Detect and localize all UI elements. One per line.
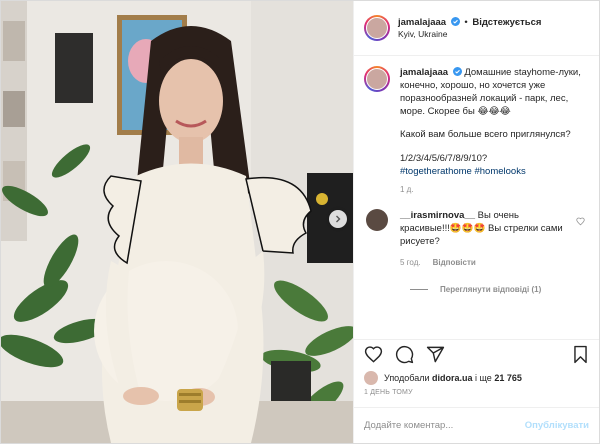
comments-section[interactable]: jamalajaaa Домашние stayhome-луки, конеч… — [354, 56, 599, 335]
post-timestamp[interactable]: 1 ДЕНЬ ТОМУ — [354, 387, 599, 407]
comment-composer: Опублікувати — [354, 407, 599, 443]
post-location[interactable]: Kyiv, Ukraine — [398, 29, 541, 40]
caption: jamalajaaa Домашние stayhome-луки, конеч… — [364, 66, 589, 195]
like-button[interactable] — [364, 345, 383, 364]
instagram-post: jamalajaaa • Відстежується Kyiv, Ukraine — [0, 0, 600, 444]
verified-icon — [450, 16, 460, 26]
caption-options: 1/2/3/4/5/6/7/8/9/10? — [400, 152, 488, 164]
heart-icon — [364, 346, 383, 363]
view-replies-label: Переглянути відповіді (1) — [440, 285, 542, 295]
likes-summary: Уподобали didora.ua і ще 21 765 — [354, 369, 599, 387]
reply-button[interactable]: Відповісти — [433, 257, 476, 268]
next-photo-button[interactable] — [329, 210, 347, 228]
caption-age[interactable]: 1 д. — [400, 184, 588, 195]
post-header: jamalajaaa • Відстежується Kyiv, Ukraine — [354, 1, 599, 56]
liker-avatar[interactable] — [364, 371, 378, 385]
separator-dot: • — [464, 16, 468, 28]
view-replies-button[interactable]: Переглянути відповіді (1) — [410, 285, 589, 294]
post-side-panel: jamalajaaa • Відстежується Kyiv, Ukraine — [353, 1, 599, 443]
share-icon — [426, 346, 445, 363]
likes-count[interactable]: 21 765 — [494, 373, 522, 383]
commenter-username[interactable]: __irasmirnova__ — [400, 210, 475, 221]
likes-prefix: Уподобали — [384, 373, 432, 383]
comment-input[interactable] — [364, 420, 525, 431]
comment-age[interactable]: 5 год. — [400, 257, 421, 268]
comment: __irasmirnova__ Вы очень красивые!!!🤩🤩🤩 … — [364, 208, 589, 268]
replies-divider — [410, 289, 428, 291]
comment-button[interactable] — [395, 345, 414, 364]
heart-icon[interactable] — [576, 217, 585, 226]
comment-icon — [395, 345, 414, 364]
caption-avatar[interactable] — [364, 66, 390, 92]
author-avatar[interactable] — [364, 15, 390, 41]
hashtag-link[interactable]: #togetherathome — [400, 166, 472, 177]
follow-status-button[interactable]: Відстежується — [472, 17, 541, 28]
chevron-right-icon — [336, 215, 341, 223]
author-username[interactable]: jamalajaaa — [398, 17, 446, 28]
publish-button[interactable]: Опублікувати — [525, 420, 589, 431]
action-bar — [354, 339, 599, 369]
liker-username[interactable]: didora.ua — [432, 373, 473, 383]
post-photo[interactable] — [1, 1, 353, 443]
commenter-avatar[interactable] — [366, 208, 388, 231]
hashtag-link[interactable]: #homelooks — [474, 166, 525, 177]
caption-question: Какой вам больше всего приглянулся? — [400, 129, 571, 141]
likes-joiner: і ще — [472, 373, 495, 383]
bookmark-icon — [574, 345, 587, 364]
share-button[interactable] — [426, 345, 445, 364]
verified-icon — [452, 67, 462, 76]
save-button[interactable] — [572, 345, 589, 364]
photo-illustration — [1, 1, 353, 443]
caption-username[interactable]: jamalajaaa — [400, 67, 448, 78]
